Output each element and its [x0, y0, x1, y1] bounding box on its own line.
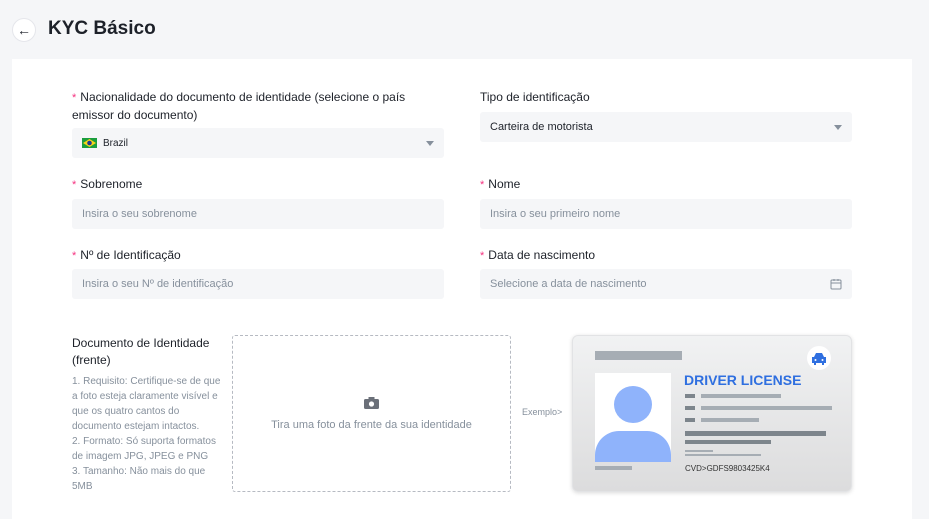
page-title: KYC Básico: [48, 18, 156, 39]
camera-icon: [364, 396, 379, 409]
car-icon: [807, 346, 831, 370]
license-code: CVD>GDFS9803425K4: [685, 464, 770, 473]
hint-size: 3. Tamanho: Não mais do que 5MB: [72, 466, 206, 492]
id-type-label: Tipo de identificação: [480, 90, 590, 104]
example-label: Exemplo>: [522, 407, 563, 417]
dropzone-text: Tira uma foto da frente da sua identidad…: [271, 418, 472, 431]
example-license-image: DRIVER LICENSE CVD>GDFS9803425K4: [572, 335, 852, 492]
name-input[interactable]: Insira o seu primeiro nome: [480, 199, 852, 229]
brazil-flag-icon: [82, 138, 97, 148]
name-label: * Nome: [480, 177, 521, 191]
chevron-down-icon: [834, 124, 842, 130]
upload-label: Documento de Identidade (frente): [72, 336, 210, 367]
birthdate-label: * Data de nascimento: [480, 248, 596, 262]
nationality-select[interactable]: Brazil: [72, 128, 444, 158]
hint-requirement: 1. Requisito: Certifique-se de que a fot…: [72, 376, 221, 432]
hint-format: 2. Formato: Só suporta formatos de image…: [72, 436, 216, 462]
chevron-down-icon: [426, 140, 434, 146]
nationality-label: * Nacionalidade do documento de identidad…: [72, 90, 406, 122]
avatar-placeholder: [595, 373, 671, 462]
back-button[interactable]: ←: [12, 18, 36, 42]
surname-input[interactable]: Insira o seu sobrenome: [72, 199, 444, 229]
calendar-icon: [830, 279, 842, 290]
birthdate-picker[interactable]: Selecione a data de nascimento: [480, 269, 852, 299]
id-number-input[interactable]: Insira o seu Nº de identificação: [72, 269, 444, 299]
surname-label: * Sobrenome: [72, 177, 143, 191]
upload-hints: 1. Requisito: Certifique-se de que a fot…: [72, 374, 222, 494]
arrow-left-icon: ←: [17, 22, 31, 38]
id-front-dropzone[interactable]: Tira uma foto da frente da sua identidad…: [232, 335, 511, 492]
license-title: DRIVER LICENSE: [684, 372, 802, 388]
id-number-label: * Nº de Identificação: [72, 248, 181, 262]
id-type-select[interactable]: Carteira de motorista: [480, 112, 852, 142]
